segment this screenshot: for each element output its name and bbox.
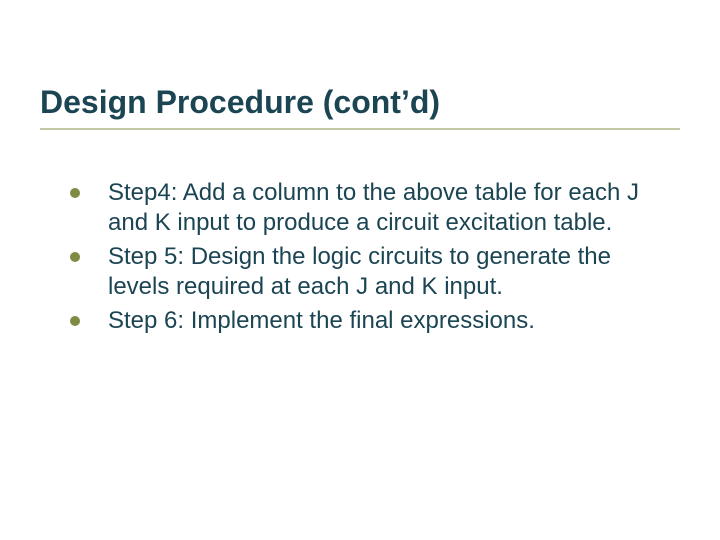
bullet-icon bbox=[70, 252, 80, 262]
slide-title: Design Procedure (cont’d) bbox=[40, 85, 680, 126]
body-content: Step4: Add a column to the above table f… bbox=[70, 178, 660, 340]
bullet-icon bbox=[70, 316, 80, 326]
slide: Design Procedure (cont’d) Step4: Add a c… bbox=[0, 0, 720, 540]
list-item-text: Step 6: Implement the final expressions. bbox=[108, 306, 535, 336]
title-underline bbox=[40, 128, 680, 130]
title-block: Design Procedure (cont’d) bbox=[40, 85, 680, 130]
list-item: Step 5: Design the logic circuits to gen… bbox=[70, 242, 660, 302]
list-item-text: Step4: Add a column to the above table f… bbox=[108, 178, 660, 238]
list-item-text: Step 5: Design the logic circuits to gen… bbox=[108, 242, 660, 302]
bullet-icon bbox=[70, 188, 80, 198]
list-item: Step 6: Implement the final expressions. bbox=[70, 306, 660, 336]
list-item: Step4: Add a column to the above table f… bbox=[70, 178, 660, 238]
